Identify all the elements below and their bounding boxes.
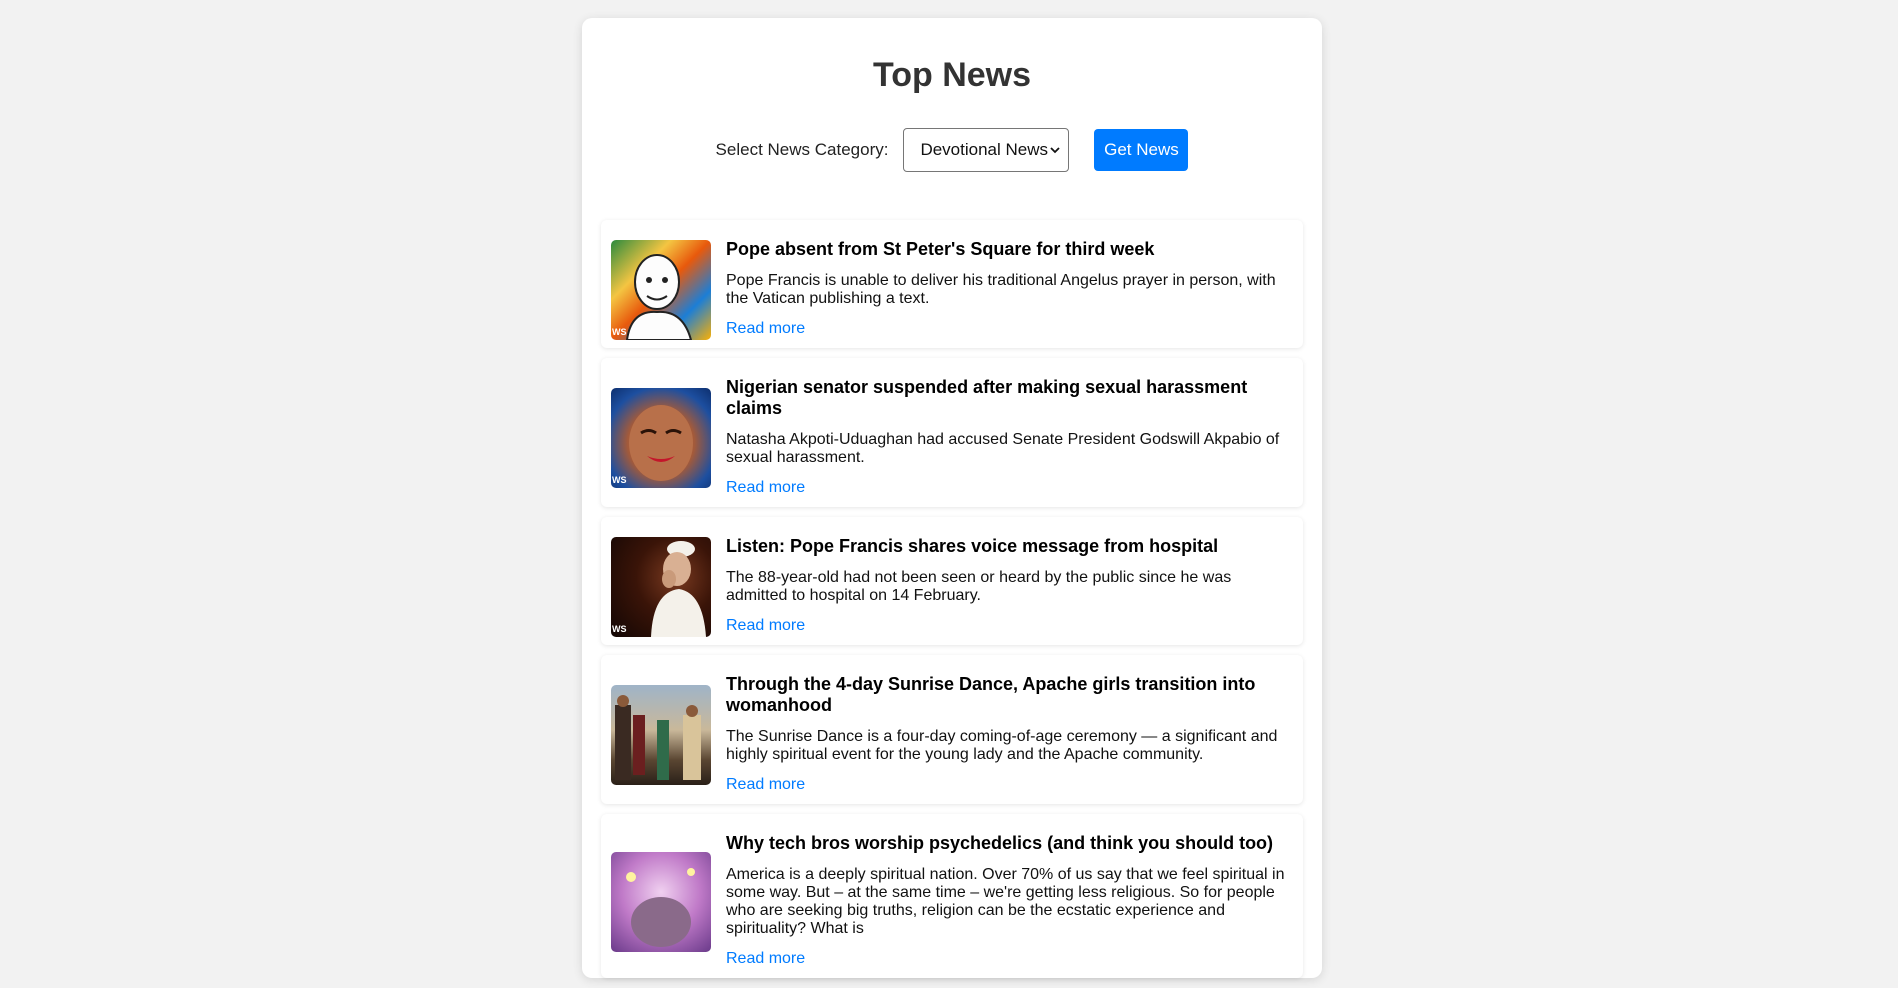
- news-card: WS Listen: Pope Francis shares voice mes…: [601, 517, 1303, 645]
- news-thumbnail[interactable]: WS: [611, 388, 711, 488]
- read-more-link[interactable]: Read more: [726, 950, 805, 968]
- read-more-link[interactable]: Read more: [726, 776, 805, 794]
- news-list: WS Pope absent from St Peter's Square fo…: [601, 220, 1303, 988]
- news-summary: Natasha Akpoti-Uduaghan had accused Sena…: [726, 431, 1280, 466]
- read-more-link[interactable]: Read more: [726, 617, 805, 635]
- get-news-button[interactable]: Get News: [1094, 129, 1189, 171]
- news-headline: Pope absent from St Peter's Square for t…: [726, 239, 1155, 259]
- news-headline: Through the 4-day Sunrise Dance, Apache …: [726, 674, 1256, 715]
- news-thumbnail[interactable]: WS: [611, 239, 711, 340]
- read-more-link[interactable]: Read more: [726, 320, 805, 338]
- news-panel: Top News Select News Category: Devotiona…: [582, 18, 1322, 978]
- news-card: Why tech bros worship psychedelics (and …: [601, 814, 1303, 978]
- category-label: Select News Category:: [715, 140, 889, 159]
- news-headline: Why tech bros worship psychedelics (and …: [726, 833, 1274, 853]
- category-controls: Select News Category: Devotional News Ge…: [582, 128, 1322, 172]
- chevron-down-icon: [1050, 147, 1061, 154]
- page-title: Top News: [872, 56, 1032, 94]
- news-thumbnail[interactable]: [611, 851, 711, 952]
- news-thumbnail[interactable]: WS: [611, 536, 711, 637]
- news-card: WS Pope absent from St Peter's Square fo…: [601, 220, 1303, 348]
- read-more-link[interactable]: Read more: [726, 479, 805, 497]
- news-summary: Pope Francis is unable to deliver his tr…: [726, 272, 1276, 307]
- news-card: Through the 4-day Sunrise Dance, Apache …: [601, 655, 1303, 804]
- news-thumbnail[interactable]: [611, 685, 711, 785]
- news-headline: Listen: Pope Francis shares voice messag…: [726, 536, 1219, 556]
- category-select-value: Devotional News: [920, 140, 1049, 159]
- news-summary: The Sunrise Dance is a four-day coming-o…: [726, 728, 1278, 763]
- news-summary: The 88-year-old had not been seen or hea…: [726, 569, 1232, 604]
- news-card: WS Nigerian senator suspended after maki…: [601, 358, 1303, 507]
- category-select[interactable]: Devotional News: [903, 128, 1070, 172]
- news-headline: Nigerian senator suspended after making …: [726, 377, 1248, 418]
- news-summary: America is a deeply spiritual nation. Ov…: [726, 866, 1285, 937]
